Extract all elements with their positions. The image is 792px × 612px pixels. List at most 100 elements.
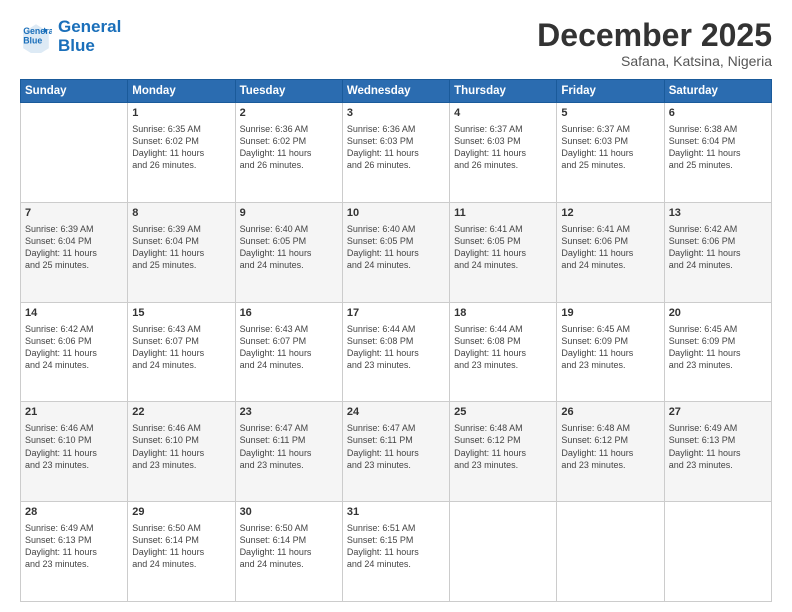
day-info: Sunrise: 6:40 AMSunset: 6:05 PMDaylight:…	[240, 223, 338, 272]
day-number: 5	[561, 106, 659, 121]
day-number: 13	[669, 206, 767, 221]
day-cell: 17Sunrise: 6:44 AMSunset: 6:08 PMDayligh…	[342, 302, 449, 402]
day-cell	[450, 502, 557, 602]
day-cell: 7Sunrise: 6:39 AMSunset: 6:04 PMDaylight…	[21, 202, 128, 302]
day-number: 18	[454, 306, 552, 321]
day-info: Sunrise: 6:50 AMSunset: 6:14 PMDaylight:…	[240, 522, 338, 571]
day-number: 14	[25, 306, 123, 321]
day-number: 8	[132, 206, 230, 221]
weekday-header-wednesday: Wednesday	[342, 80, 449, 103]
day-info: Sunrise: 6:51 AMSunset: 6:15 PMDaylight:…	[347, 522, 445, 571]
day-cell: 4 Sunrise: 6:37 AMSunset: 6:03 PMDaylight…	[450, 103, 557, 203]
day-number: 24	[347, 405, 445, 420]
day-number: 27	[669, 405, 767, 420]
day-cell: 25Sunrise: 6:48 AMSunset: 6:12 PMDayligh…	[450, 402, 557, 502]
svg-text:Blue: Blue	[23, 35, 42, 45]
day-info: Sunrise: 6:44 AMSunset: 6:08 PMDaylight:…	[454, 323, 552, 372]
day-info: Sunrise: 6:41 AMSunset: 6:06 PMDaylight:…	[561, 223, 659, 272]
day-number: 19	[561, 306, 659, 321]
day-cell: 26Sunrise: 6:48 AMSunset: 6:12 PMDayligh…	[557, 402, 664, 502]
day-number: 21	[25, 405, 123, 420]
day-cell: 18 Sunrise: 6:44 AMSunset: 6:08 PMDayligh…	[450, 302, 557, 402]
day-info: Sunrise: 6:43 AMSunset: 6:07 PMDaylight:…	[132, 323, 230, 372]
day-number: 20	[669, 306, 767, 321]
day-number: 17	[347, 306, 445, 321]
day-number: 7	[25, 206, 123, 221]
day-info: Sunrise: 6:42 AMSunset: 6:06 PMDaylight:…	[25, 323, 123, 372]
day-number: 29	[132, 505, 230, 520]
day-number: 16	[240, 306, 338, 321]
day-info: Sunrise: 6:50 AMSunset: 6:14 PMDaylight:…	[132, 522, 230, 571]
day-info: Sunrise: 6:45 AMSunset: 6:09 PMDaylight:…	[669, 323, 767, 372]
week-row-3: 14 Sunrise: 6:42 AMSunset: 6:06 PMDayligh…	[21, 302, 772, 402]
day-info: Sunrise: 6:48 AMSunset: 6:12 PMDaylight:…	[561, 422, 659, 471]
day-number: 25	[454, 405, 552, 420]
day-info: Sunrise: 6:37 AMSunset: 6:03 PMDaylight:…	[561, 123, 659, 172]
day-number: 6	[669, 106, 767, 121]
day-cell: 9 Sunrise: 6:40 AMSunset: 6:05 PMDaylight…	[235, 202, 342, 302]
day-number: 1	[132, 106, 230, 121]
day-cell: 8 Sunrise: 6:39 AMSunset: 6:04 PMDaylight…	[128, 202, 235, 302]
day-cell: 28Sunrise: 6:49 AMSunset: 6:13 PMDayligh…	[21, 502, 128, 602]
header: General Blue General Blue December 2025 …	[20, 18, 772, 69]
weekday-header-row: SundayMondayTuesdayWednesdayThursdayFrid…	[21, 80, 772, 103]
week-row-4: 21 Sunrise: 6:46 AMSunset: 6:10 PMDayligh…	[21, 402, 772, 502]
day-cell: 27Sunrise: 6:49 AMSunset: 6:13 PMDayligh…	[664, 402, 771, 502]
day-info: Sunrise: 6:47 AMSunset: 6:11 PMDaylight:…	[240, 422, 338, 471]
day-cell: 19 Sunrise: 6:45 AMSunset: 6:09 PMDayligh…	[557, 302, 664, 402]
weekday-header-friday: Friday	[557, 80, 664, 103]
day-info: Sunrise: 6:35 AMSunset: 6:02 PMDaylight:…	[132, 123, 230, 172]
day-cell: 1 Sunrise: 6:35 AMSunset: 6:02 PMDaylight…	[128, 103, 235, 203]
day-cell: 31 Sunrise: 6:51 AMSunset: 6:15 PMDayligh…	[342, 502, 449, 602]
day-cell: 15Sunrise: 6:43 AMSunset: 6:07 PMDayligh…	[128, 302, 235, 402]
title-block: December 2025 Safana, Katsina, Nigeria	[537, 18, 772, 69]
week-row-1: 1 Sunrise: 6:35 AMSunset: 6:02 PMDaylight…	[21, 103, 772, 203]
day-number: 22	[132, 405, 230, 420]
day-cell: 20 Sunrise: 6:45 AMSunset: 6:09 PMDayligh…	[664, 302, 771, 402]
day-number: 23	[240, 405, 338, 420]
day-number: 31	[347, 505, 445, 520]
day-cell: 10Sunrise: 6:40 AMSunset: 6:05 PMDayligh…	[342, 202, 449, 302]
calendar-table: SundayMondayTuesdayWednesdayThursdayFrid…	[20, 79, 772, 602]
logo: General Blue General Blue	[20, 18, 121, 55]
day-number: 4	[454, 106, 552, 121]
day-cell: 24 Sunrise: 6:47 AMSunset: 6:11 PMDayligh…	[342, 402, 449, 502]
day-info: Sunrise: 6:46 AMSunset: 6:10 PMDaylight:…	[132, 422, 230, 471]
day-info: Sunrise: 6:47 AMSunset: 6:11 PMDaylight:…	[347, 422, 445, 471]
day-info: Sunrise: 6:43 AMSunset: 6:07 PMDaylight:…	[240, 323, 338, 372]
day-info: Sunrise: 6:46 AMSunset: 6:10 PMDaylight:…	[25, 422, 123, 471]
day-number: 12	[561, 206, 659, 221]
day-number: 9	[240, 206, 338, 221]
location-subtitle: Safana, Katsina, Nigeria	[537, 53, 772, 69]
weekday-header-tuesday: Tuesday	[235, 80, 342, 103]
day-cell	[21, 103, 128, 203]
day-cell: 3Sunrise: 6:36 AMSunset: 6:03 PMDaylight…	[342, 103, 449, 203]
day-cell: 30Sunrise: 6:50 AMSunset: 6:14 PMDayligh…	[235, 502, 342, 602]
day-cell: 6 Sunrise: 6:38 AMSunset: 6:04 PMDaylight…	[664, 103, 771, 203]
day-info: Sunrise: 6:39 AMSunset: 6:04 PMDaylight:…	[132, 223, 230, 272]
day-number: 28	[25, 505, 123, 520]
day-cell: 21 Sunrise: 6:46 AMSunset: 6:10 PMDayligh…	[21, 402, 128, 502]
day-info: Sunrise: 6:37 AMSunset: 6:03 PMDaylight:…	[454, 123, 552, 172]
weekday-header-thursday: Thursday	[450, 80, 557, 103]
day-number: 2	[240, 106, 338, 121]
day-number: 11	[454, 206, 552, 221]
day-info: Sunrise: 6:41 AMSunset: 6:05 PMDaylight:…	[454, 223, 552, 272]
day-cell: 5 Sunrise: 6:37 AMSunset: 6:03 PMDaylight…	[557, 103, 664, 203]
svg-text:General: General	[23, 25, 52, 35]
day-info: Sunrise: 6:38 AMSunset: 6:04 PMDaylight:…	[669, 123, 767, 172]
weekday-header-monday: Monday	[128, 80, 235, 103]
day-info: Sunrise: 6:36 AMSunset: 6:03 PMDaylight:…	[347, 123, 445, 172]
day-cell: 12 Sunrise: 6:41 AMSunset: 6:06 PMDayligh…	[557, 202, 664, 302]
day-cell	[557, 502, 664, 602]
month-title: December 2025	[537, 18, 772, 53]
day-info: Sunrise: 6:36 AMSunset: 6:02 PMDaylight:…	[240, 123, 338, 172]
page: General Blue General Blue December 2025 …	[0, 0, 792, 612]
week-row-5: 28Sunrise: 6:49 AMSunset: 6:13 PMDayligh…	[21, 502, 772, 602]
logo-general: General	[58, 18, 121, 37]
day-info: Sunrise: 6:42 AMSunset: 6:06 PMDaylight:…	[669, 223, 767, 272]
day-info: Sunrise: 6:40 AMSunset: 6:05 PMDaylight:…	[347, 223, 445, 272]
day-cell: 11 Sunrise: 6:41 AMSunset: 6:05 PMDayligh…	[450, 202, 557, 302]
day-info: Sunrise: 6:45 AMSunset: 6:09 PMDaylight:…	[561, 323, 659, 372]
week-row-2: 7 Sunrise: 6:39 AMSunset: 6:04 PMDaylight…	[21, 202, 772, 302]
